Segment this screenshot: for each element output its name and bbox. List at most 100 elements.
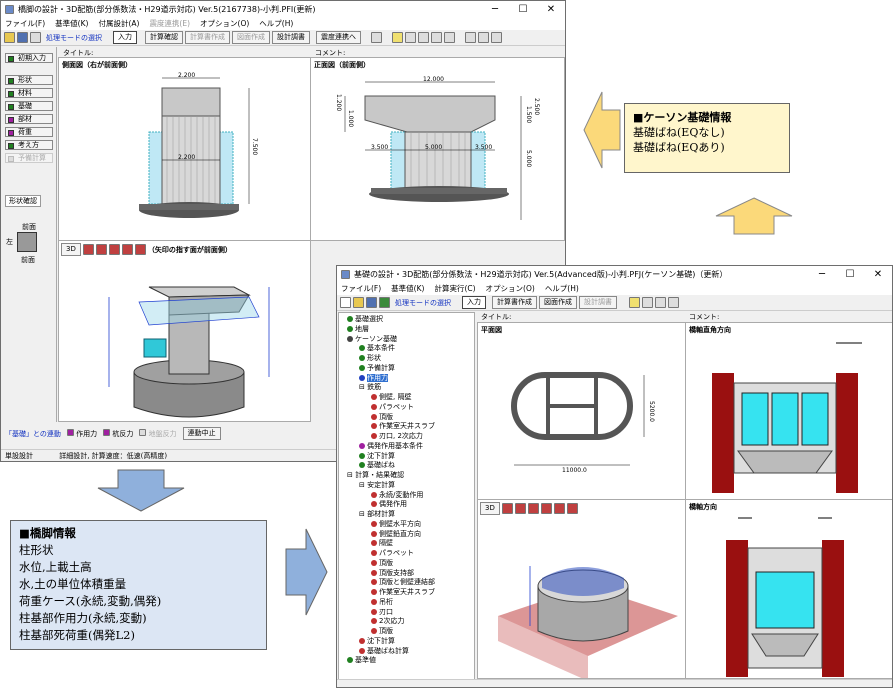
tree-item[interactable]: パラペット bbox=[343, 549, 435, 559]
menu-file[interactable]: ファイル(F) bbox=[5, 18, 45, 30]
cube-left-icon[interactable] bbox=[527, 503, 539, 514]
cube-iso-icon[interactable] bbox=[566, 503, 578, 514]
minimize-button[interactable]: ─ bbox=[808, 266, 836, 283]
tree-item[interactable]: 作業室天井スラブ bbox=[343, 588, 435, 598]
tree-item[interactable]: 頂版 bbox=[343, 413, 435, 423]
open-folder-icon[interactable] bbox=[353, 297, 364, 308]
menu-seismic[interactable]: 震度連携(E) bbox=[149, 18, 190, 30]
tree-item[interactable]: 基準値 bbox=[343, 656, 435, 666]
side-btn-shape[interactable]: 形状 bbox=[5, 75, 53, 85]
open-folder-icon[interactable] bbox=[4, 32, 15, 43]
cube-back-icon[interactable] bbox=[95, 244, 107, 255]
drawing-button[interactable]: 図面作成 bbox=[232, 31, 270, 44]
pile-reaction-check[interactable]: 杭反力 bbox=[103, 428, 133, 439]
tree-item[interactable]: 隔壁 bbox=[343, 539, 435, 549]
save-icon[interactable] bbox=[17, 32, 28, 43]
tree-item[interactable]: 地層 bbox=[343, 325, 435, 335]
screen-icon[interactable] bbox=[655, 297, 666, 308]
collapse-icon[interactable]: ⊟ bbox=[359, 481, 367, 489]
tree-item[interactable]: 沈下計算 bbox=[343, 452, 435, 462]
tree-item[interactable]: 予備計算 bbox=[343, 364, 435, 374]
menu-help[interactable]: ヘルプ(H) bbox=[259, 18, 293, 30]
collapse-icon[interactable]: ⊟ bbox=[347, 471, 355, 479]
cube-front-icon[interactable] bbox=[501, 503, 513, 514]
calculator-icon[interactable] bbox=[371, 32, 382, 43]
menu-help[interactable]: ヘルプ(H) bbox=[545, 283, 579, 295]
cube-back-icon[interactable] bbox=[514, 503, 526, 514]
tree-item[interactable]: 永続/変動作用 bbox=[343, 491, 435, 501]
shape-confirm-tab[interactable]: 形状確認 bbox=[5, 195, 41, 207]
design-sheet-button[interactable]: 設計調書 bbox=[272, 31, 310, 44]
collapse-icon[interactable]: ⊟ bbox=[359, 383, 367, 391]
close-button[interactable]: ✕ bbox=[537, 1, 565, 18]
drawing-button[interactable]: 図面作成 bbox=[539, 296, 577, 309]
side-btn-load[interactable]: 荷重 bbox=[5, 127, 53, 137]
input-button[interactable]: 入力 bbox=[113, 31, 137, 44]
cube-left-icon[interactable] bbox=[108, 244, 120, 255]
tree-item[interactable]: ケーソン基礎 bbox=[343, 335, 435, 345]
ground-reaction-check[interactable]: 地盤反力 bbox=[139, 428, 177, 439]
cube-right-icon[interactable] bbox=[540, 503, 552, 514]
design-sheet-button[interactable]: 設計調書 bbox=[579, 296, 617, 309]
seismic-link-button[interactable]: 震度連携へ bbox=[316, 31, 361, 44]
tree-item[interactable]: 基本条件 bbox=[343, 344, 435, 354]
cube-top-icon[interactable] bbox=[134, 244, 146, 255]
tree-item[interactable]: 2次応力 bbox=[343, 617, 435, 627]
menu-options[interactable]: オプション(O) bbox=[200, 18, 249, 30]
help-icon[interactable] bbox=[629, 297, 640, 308]
book-icon[interactable] bbox=[405, 32, 416, 43]
action-force-check[interactable]: 作用力 bbox=[66, 428, 97, 439]
help-icon[interactable] bbox=[392, 32, 403, 43]
tree-item[interactable]: 沈下計算 bbox=[343, 637, 435, 647]
menu-standard[interactable]: 基準値(K) bbox=[55, 18, 88, 30]
view3d-button[interactable]: 3D bbox=[480, 502, 500, 515]
tree-item[interactable]: 基礎ばね計算 bbox=[343, 647, 435, 657]
tree-item[interactable]: ⊟ 計算・結果確認 bbox=[343, 471, 435, 481]
settings-icon[interactable] bbox=[431, 32, 442, 43]
close-button[interactable]: ✕ bbox=[864, 266, 892, 283]
window-icon[interactable] bbox=[491, 32, 502, 43]
tree-item[interactable]: 頂版 bbox=[343, 627, 435, 637]
side-btn-initial[interactable]: 初期入力 bbox=[5, 53, 53, 63]
panel-icon[interactable] bbox=[478, 32, 489, 43]
tree-item[interactable]: 側壁水平方向 bbox=[343, 520, 435, 530]
tree-item[interactable]: 形状 bbox=[343, 354, 435, 364]
layout-icon[interactable] bbox=[465, 32, 476, 43]
tree-item[interactable]: 吊桁 bbox=[343, 598, 435, 608]
save-icon[interactable] bbox=[366, 297, 377, 308]
screen-icon[interactable] bbox=[418, 32, 429, 43]
menu-attached-design[interactable]: 付属設計(A) bbox=[98, 18, 139, 30]
side-btn-member[interactable]: 部材 bbox=[5, 114, 53, 124]
calc-check-button[interactable]: 計算確認 bbox=[145, 31, 183, 44]
tree-item[interactable]: 偶発作用基本条件 bbox=[343, 442, 435, 452]
tree-item[interactable]: パラペット bbox=[343, 403, 435, 413]
tree-item[interactable]: 頂版と側壁連結部 bbox=[343, 578, 435, 588]
tree-item[interactable]: ⊟ 鉄筋 bbox=[343, 383, 435, 393]
tree-item[interactable]: 側壁鉛直方向 bbox=[343, 530, 435, 540]
tree-item[interactable]: 偶発作用 bbox=[343, 500, 435, 510]
view3d-button[interactable]: 3D bbox=[61, 243, 81, 256]
tree-item[interactable]: 作用力 bbox=[343, 373, 435, 384]
menu-options[interactable]: オプション(O) bbox=[486, 283, 535, 295]
tree-item[interactable]: 作業室天井スラブ bbox=[343, 422, 435, 432]
grid-icon[interactable] bbox=[444, 32, 455, 43]
tree-item[interactable]: 頂版支持部 bbox=[343, 569, 435, 579]
cube-right-icon[interactable] bbox=[121, 244, 133, 255]
tree-item[interactable]: ⊟ 安定計算 bbox=[343, 481, 435, 491]
report-button[interactable]: 計算書作成 bbox=[185, 31, 230, 44]
cube-front-icon[interactable] bbox=[82, 244, 94, 255]
tree-item[interactable]: 基礎ばね bbox=[343, 461, 435, 471]
menu-standard[interactable]: 基準値(K) bbox=[391, 283, 424, 295]
settings-icon[interactable] bbox=[668, 297, 679, 308]
print-icon[interactable] bbox=[30, 32, 41, 43]
menu-run[interactable]: 計算実行(C) bbox=[434, 283, 475, 295]
minimize-button[interactable]: ─ bbox=[481, 1, 509, 18]
tree-item[interactable]: 側壁, 隔壁 bbox=[343, 393, 435, 403]
tree-item[interactable]: 刃口, 2次応力 bbox=[343, 432, 435, 442]
side-btn-material[interactable]: 材料 bbox=[5, 88, 53, 98]
report-button[interactable]: 計算書作成 bbox=[492, 296, 537, 309]
tree-item[interactable]: 基礎選択 bbox=[343, 315, 435, 325]
export-icon[interactable] bbox=[379, 297, 390, 308]
tree-item[interactable]: ⊟ 部材計算 bbox=[343, 510, 435, 520]
collapse-icon[interactable]: ⊟ bbox=[359, 510, 367, 518]
